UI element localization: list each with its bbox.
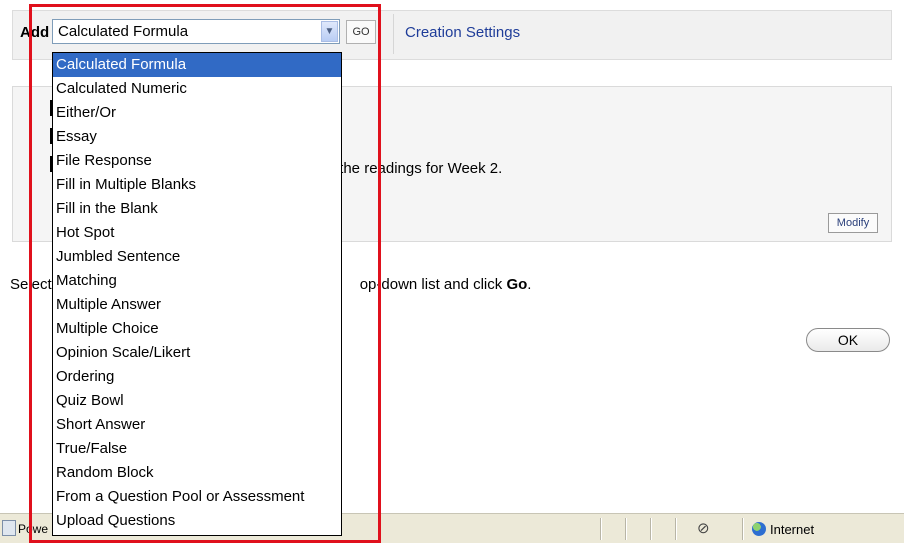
instructions-end: .	[527, 276, 532, 293]
popup-blocked-icon[interactable]: ⊘	[697, 519, 710, 537]
status-divider	[650, 518, 652, 540]
page-icon	[2, 520, 16, 536]
globe-icon	[752, 522, 766, 536]
status-divider	[600, 518, 602, 540]
status-divider	[625, 518, 627, 540]
instructions-go: Go	[506, 276, 528, 293]
security-zone-label: Internet	[770, 522, 815, 537]
status-divider	[742, 518, 744, 540]
highlight-frame	[29, 4, 381, 543]
ok-button[interactable]: OK	[806, 328, 890, 352]
instructions-middle: op-down list and click	[359, 276, 507, 293]
status-divider	[675, 518, 677, 540]
toolbar-divider	[393, 14, 394, 54]
modify-button[interactable]: Modify	[828, 213, 878, 233]
creation-settings-link[interactable]: Creation Settings	[405, 24, 520, 41]
